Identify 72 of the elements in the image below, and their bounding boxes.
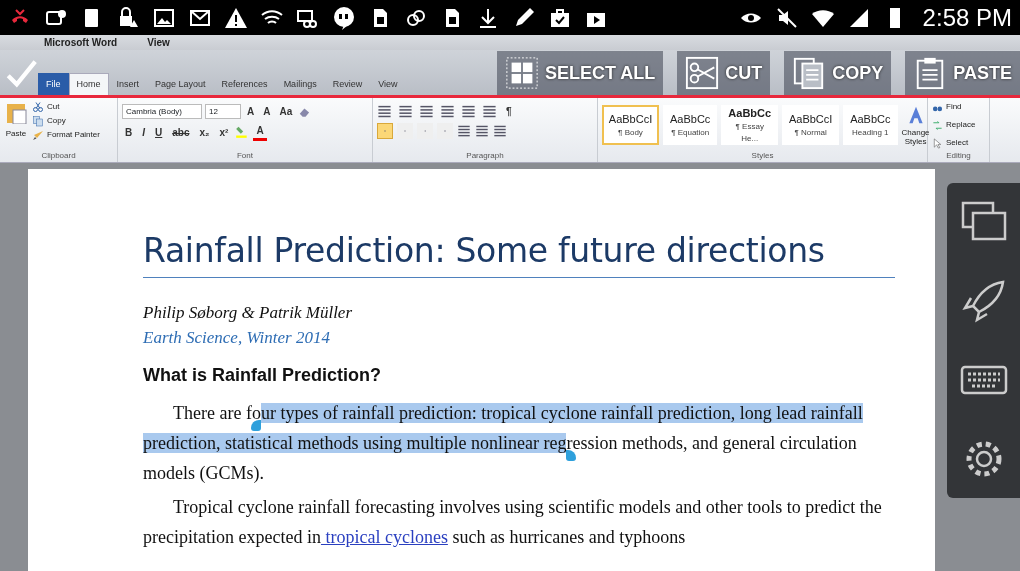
copy-icon: [32, 115, 44, 127]
font-tool-button[interactable]: I: [139, 124, 148, 140]
ribbon-tab[interactable]: Review: [324, 72, 371, 95]
ribbon-tab[interactable]: File: [38, 72, 69, 95]
text-link[interactable]: tropical cyclones: [320, 527, 448, 548]
font-tool-button[interactable]: B: [122, 124, 136, 140]
editing-button[interactable]: Replace: [932, 118, 985, 132]
style-gallery-item[interactable]: AaBbCc Heading 1: [843, 105, 898, 145]
style-preview: AaBbCcI: [788, 111, 833, 127]
scissors-icon: [685, 56, 720, 90]
section-heading: What is Rainfall Prediction?: [143, 364, 383, 387]
clock: 2:58 PM: [922, 2, 1012, 33]
selection-handle[interactable]: [566, 450, 577, 462]
cursor-icon: [932, 137, 943, 149]
font-color-button[interactable]: A: [253, 123, 267, 141]
action-button[interactable]: COPY: [784, 51, 892, 95]
style-gallery-item[interactable]: AaBbCc ¶ Essay He...: [721, 105, 779, 145]
ribbon-tab[interactable]: Mailings: [275, 72, 325, 95]
group-label: Font: [236, 150, 254, 162]
font-tool-button[interactable]: Aa: [276, 104, 296, 119]
bullet-list-icon: [377, 104, 392, 119]
group-label: Clipboard: [40, 150, 77, 162]
paragraph: Tropical cyclone rainfall forecasting involves using scientific models and other tools to predict the precipitation expected in tropical cyclones such as hurricanes and typhoons: [143, 496, 883, 550]
clipboard-button[interactable]: Format Painter: [32, 128, 100, 142]
action-button[interactable]: PASTE: [905, 51, 1020, 95]
style-gallery-item[interactable]: AaBbCcI ¶ Normal: [782, 105, 840, 145]
font-tool-button[interactable]: abc: [169, 124, 193, 140]
ribbon-tab[interactable]: Insert: [108, 72, 148, 95]
highlighter-icon: [235, 125, 250, 139]
menu-item[interactable]: View: [147, 35, 170, 50]
editing-button[interactable]: Find: [932, 100, 985, 114]
style-gallery-item[interactable]: AaBbCcI ¶ Body: [602, 105, 659, 145]
ribbon-tab[interactable]: Home: [68, 72, 109, 95]
font-tool-button[interactable]: A: [260, 104, 274, 119]
align-left-button[interactable]: [377, 123, 393, 139]
font-size-field[interactable]: 12: [205, 104, 241, 119]
select-all-icon: [504, 56, 539, 90]
selection-handle[interactable]: [250, 420, 261, 432]
scissors-icon: [32, 101, 44, 113]
action-button[interactable]: CUT: [677, 51, 771, 95]
font-name-field[interactable]: Cambria (Body): [122, 104, 202, 119]
style-preview: AaBbCc: [670, 111, 711, 127]
font-tool-button[interactable]: A: [244, 104, 258, 119]
paragraph: There are four types of rainfall prediction: tropical cyclone rainfall prediction, long lead rainfall prediction, statistical methods using multiple nonlinear regression methods, and general circulation models (GCMs).: [143, 402, 864, 486]
ribbon-tab[interactable]: References: [213, 72, 276, 95]
group-label: Editing: [945, 150, 972, 162]
clipboard-button[interactable]: Cut: [32, 100, 100, 114]
editing-button[interactable]: Select: [932, 136, 985, 150]
action-button[interactable]: SELECT ALL: [496, 51, 664, 95]
font-tool-button[interactable]: x₂: [196, 124, 213, 140]
mute-icon: [774, 5, 799, 30]
style-preview: AaBbCc: [728, 105, 772, 121]
group-label: Paragraph: [465, 150, 505, 162]
ribbon-tab[interactable]: Page Layout: [147, 72, 214, 95]
font-tool-button[interactable]: U: [152, 124, 166, 140]
style-preview: AaBbCc: [850, 111, 891, 127]
style-gallery-item[interactable]: AaBbCc ¶ Equation: [663, 105, 718, 145]
paintbrush-icon: [32, 129, 44, 141]
document-title: Rainfall Prediction: Some future directions: [143, 231, 895, 278]
change-styles-button[interactable]: Change Styles: [901, 104, 930, 146]
formatting-marks-button[interactable]: ¶: [503, 104, 515, 119]
affiliation-line: Earth Science, Winter 2014: [143, 327, 331, 350]
chat-icon: [332, 5, 356, 30]
ribbon-tab[interactable]: View: [370, 72, 406, 95]
group-label: Styles: [750, 150, 775, 162]
clipboard-button[interactable]: Copy: [32, 114, 100, 128]
author-line: Philip Søborg & Patrik Müller: [143, 301, 354, 324]
font-tool-button[interactable]: x²: [216, 124, 232, 140]
menu-item[interactable]: Microsoft Word: [44, 35, 118, 50]
style-preview: AaBbCcI: [608, 111, 653, 127]
replace-icon: [932, 119, 943, 131]
paste-button[interactable]: Paste: [4, 100, 28, 150]
